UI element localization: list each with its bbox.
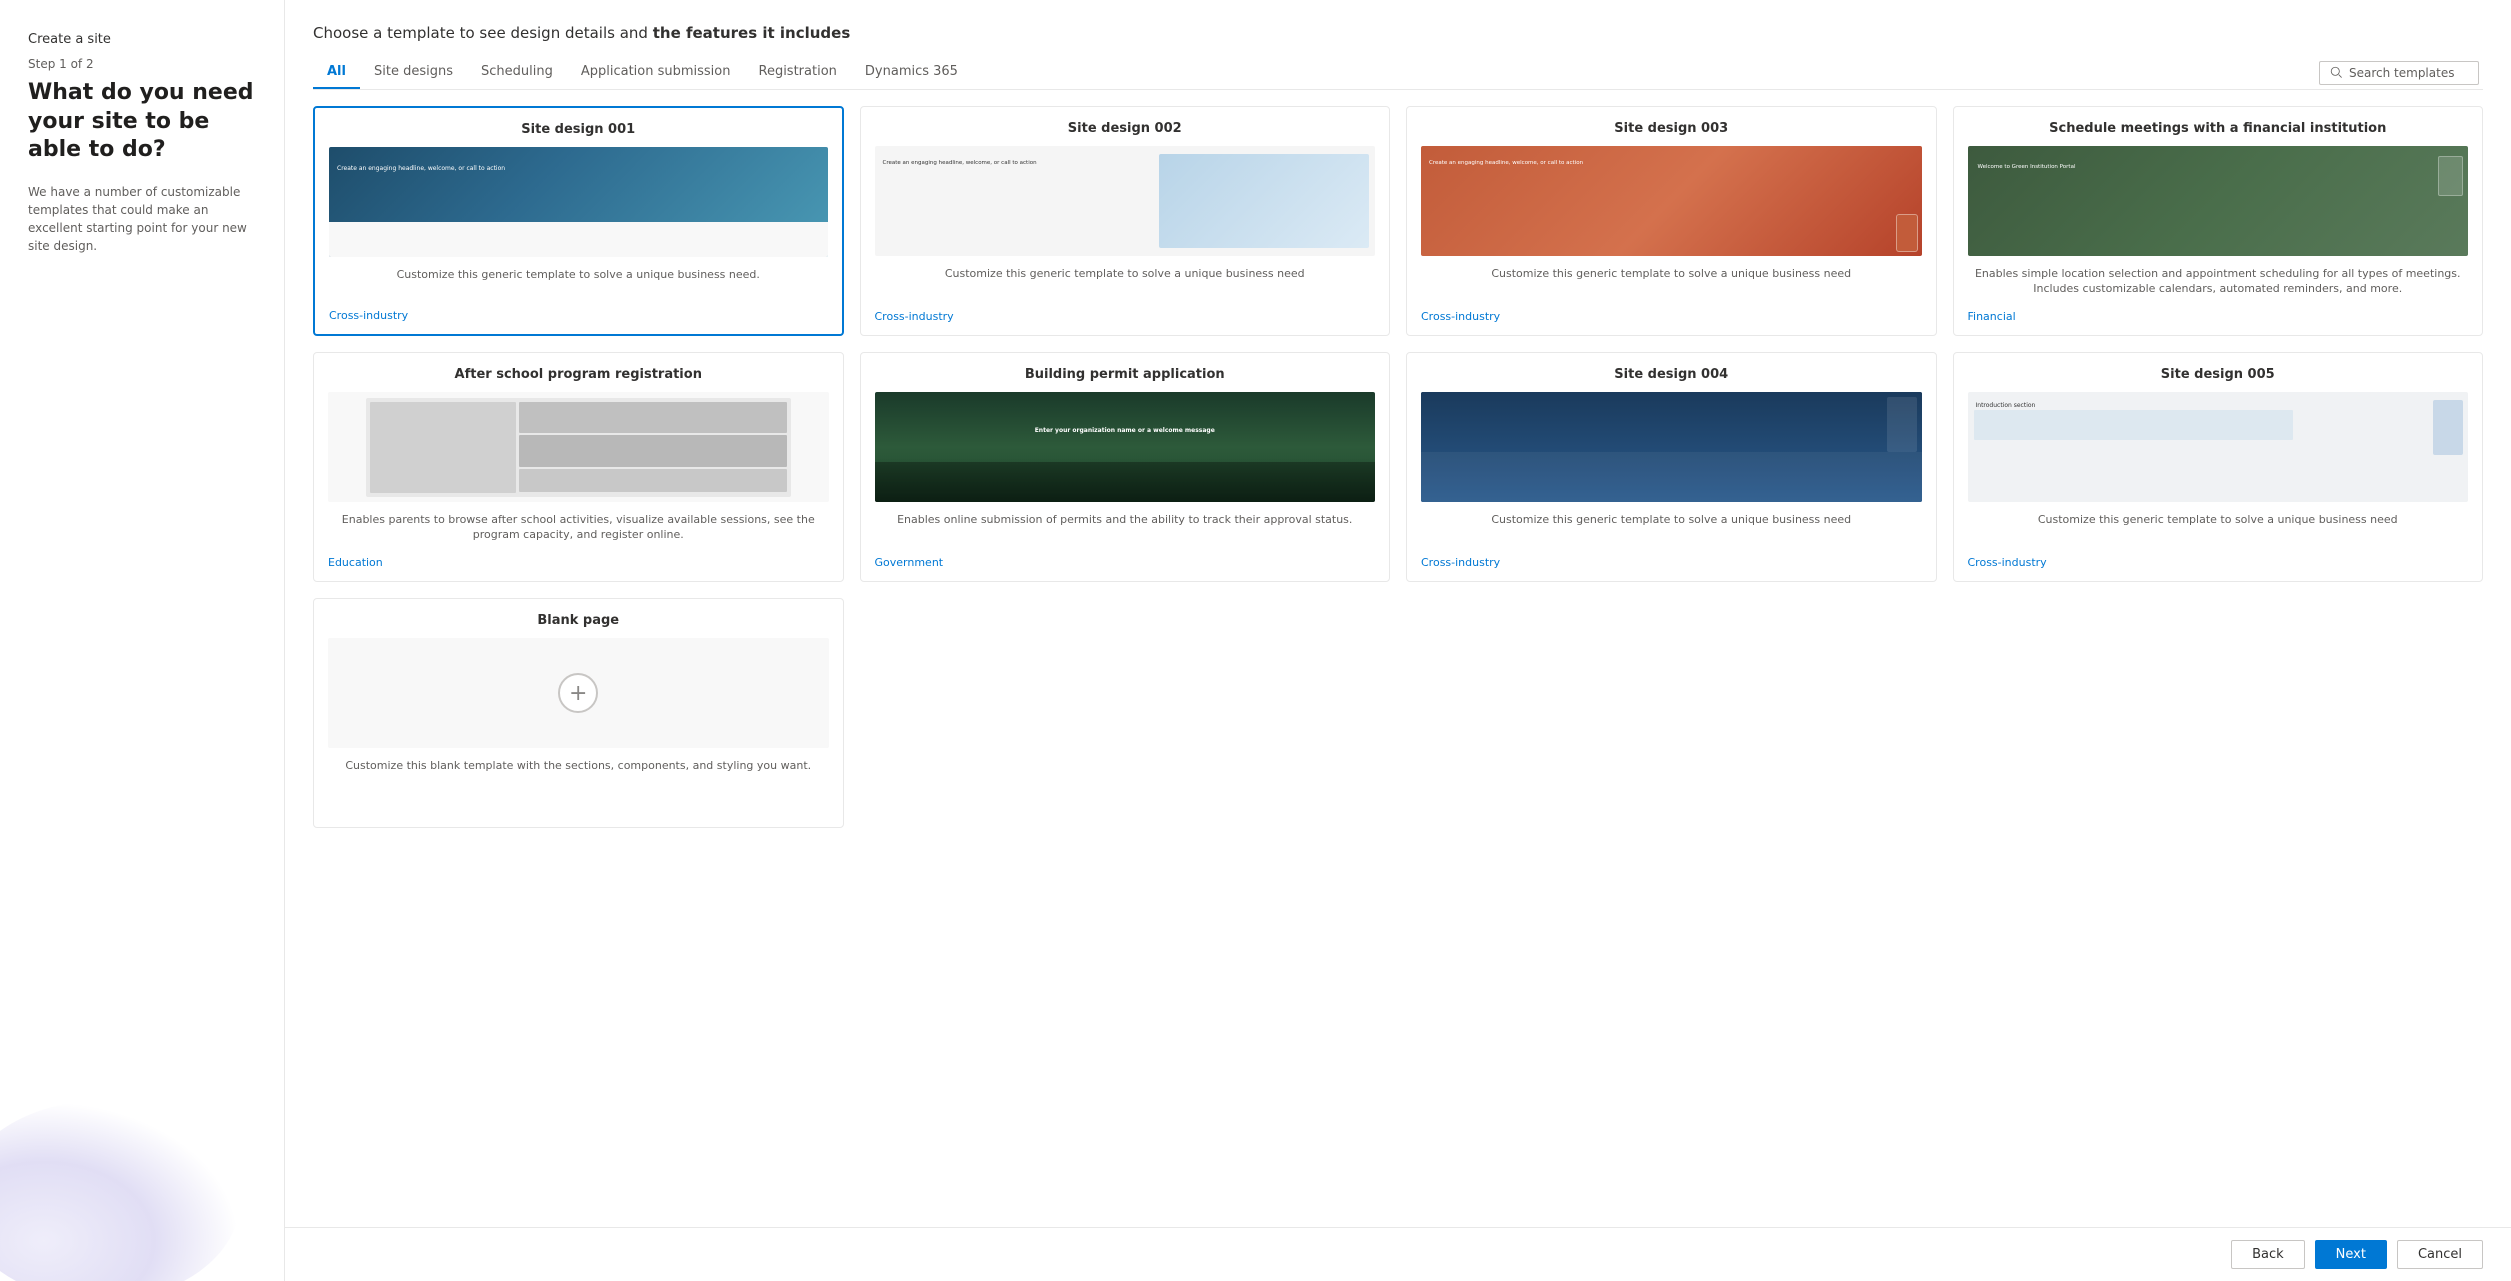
- template-card-site-design-002[interactable]: Site design 002 Customize this generic t…: [860, 106, 1391, 336]
- card-title: After school program registration: [328, 367, 829, 382]
- preview-detail: [1421, 392, 1922, 502]
- preview-detail: [1974, 410, 2293, 440]
- back-button[interactable]: Back: [2231, 1240, 2305, 1269]
- card-preview: [1421, 146, 1922, 256]
- card-tag: Government: [875, 556, 1376, 569]
- preview-gradient: [875, 457, 1376, 502]
- card-title: Site design 004: [1421, 367, 1922, 382]
- card-preview: +: [328, 638, 829, 748]
- tabs-bar: All Site designs Scheduling Application …: [313, 56, 2483, 90]
- card-description: Customize this blank template with the s…: [328, 758, 829, 807]
- card-preview: [1968, 146, 2469, 256]
- preview-detail: [366, 398, 791, 497]
- card-preview: [1968, 392, 2469, 502]
- card-tag: Cross-industry: [1421, 556, 1922, 569]
- card-preview: [875, 146, 1376, 256]
- tab-application-submission[interactable]: Application submission: [567, 56, 745, 89]
- search-placeholder: Search templates: [2349, 66, 2454, 80]
- card-title: Site design 005: [1968, 367, 2469, 382]
- search-templates-box[interactable]: Search templates: [2319, 61, 2479, 85]
- card-title: Building permit application: [875, 367, 1376, 382]
- card-preview: [329, 147, 828, 257]
- card-description: Enables online submission of permits and…: [875, 512, 1376, 548]
- card-description: Customize this generic template to solve…: [1421, 266, 1922, 302]
- templates-grid: Site design 001 Customize this generic t…: [313, 106, 2483, 828]
- add-icon: +: [558, 673, 598, 713]
- app-title: Create a site: [28, 32, 256, 47]
- decorative-shape: [0, 1101, 240, 1281]
- card-description: Customize this generic template to solve…: [329, 267, 828, 301]
- cancel-button[interactable]: Cancel: [2397, 1240, 2483, 1269]
- card-description: Customize this generic template to solve…: [1421, 512, 1922, 548]
- search-icon: [2330, 66, 2343, 79]
- template-card-site-design-001[interactable]: Site design 001 Customize this generic t…: [313, 106, 844, 336]
- card-description: Enables simple location selection and ap…: [1968, 266, 2469, 302]
- template-card-site-design-005[interactable]: Site design 005 Customize this generic t…: [1953, 352, 2484, 582]
- left-panel: Create a site Step 1 of 2 What do you ne…: [0, 0, 285, 1281]
- card-tag: Cross-industry: [875, 310, 1376, 323]
- card-title: Schedule meetings with a financial insti…: [1968, 121, 2469, 136]
- card-preview: [875, 392, 1376, 502]
- choose-title: Choose a template to see design details …: [313, 24, 2483, 42]
- card-preview: [1421, 392, 1922, 502]
- tab-all[interactable]: All: [313, 56, 360, 89]
- card-description: Enables parents to browse after school a…: [328, 512, 829, 548]
- card-title: Blank page: [328, 613, 829, 628]
- description: We have a number of customizable templat…: [28, 183, 256, 255]
- main-heading: What do you need your site to be able to…: [28, 79, 256, 165]
- card-tag: Financial: [1968, 310, 2469, 323]
- card-tag: Education: [328, 556, 829, 569]
- template-card-schedule-meetings[interactable]: Schedule meetings with a financial insti…: [1953, 106, 2484, 336]
- preview-detail: [2438, 156, 2463, 196]
- tab-registration[interactable]: Registration: [745, 56, 851, 89]
- templates-area: Site design 001 Customize this generic t…: [285, 90, 2511, 1227]
- template-card-after-school[interactable]: After school program registration Enable…: [313, 352, 844, 582]
- footer: Back Next Cancel: [285, 1227, 2511, 1281]
- card-preview: [328, 392, 829, 502]
- template-card-site-design-004[interactable]: Site design 004 Customize this generic t…: [1406, 352, 1937, 582]
- tab-site-designs[interactable]: Site designs: [360, 56, 467, 89]
- card-title: Site design 003: [1421, 121, 1922, 136]
- template-card-building-permit[interactable]: Building permit application Enables onli…: [860, 352, 1391, 582]
- card-description: Customize this generic template to solve…: [1968, 512, 2469, 548]
- card-tag: Cross-industry: [329, 309, 828, 322]
- right-panel: Choose a template to see design details …: [285, 0, 2511, 1281]
- preview-detail: [1159, 154, 1369, 248]
- right-header: Choose a template to see design details …: [285, 0, 2511, 90]
- step-label: Step 1 of 2: [28, 57, 256, 71]
- template-card-site-design-003[interactable]: Site design 003 Customize this generic t…: [1406, 106, 1937, 336]
- card-title: Site design 001: [329, 122, 828, 137]
- next-button[interactable]: Next: [2315, 1240, 2387, 1269]
- card-title: Site design 002: [875, 121, 1376, 136]
- card-tag: Cross-industry: [1421, 310, 1922, 323]
- preview-detail: [1896, 214, 1918, 252]
- tab-dynamics-365[interactable]: Dynamics 365: [851, 56, 972, 89]
- card-description: Customize this generic template to solve…: [875, 266, 1376, 302]
- card-tag: Cross-industry: [1968, 556, 2469, 569]
- tab-scheduling[interactable]: Scheduling: [467, 56, 567, 89]
- template-card-blank-page[interactable]: Blank page + Customize this blank templa…: [313, 598, 844, 828]
